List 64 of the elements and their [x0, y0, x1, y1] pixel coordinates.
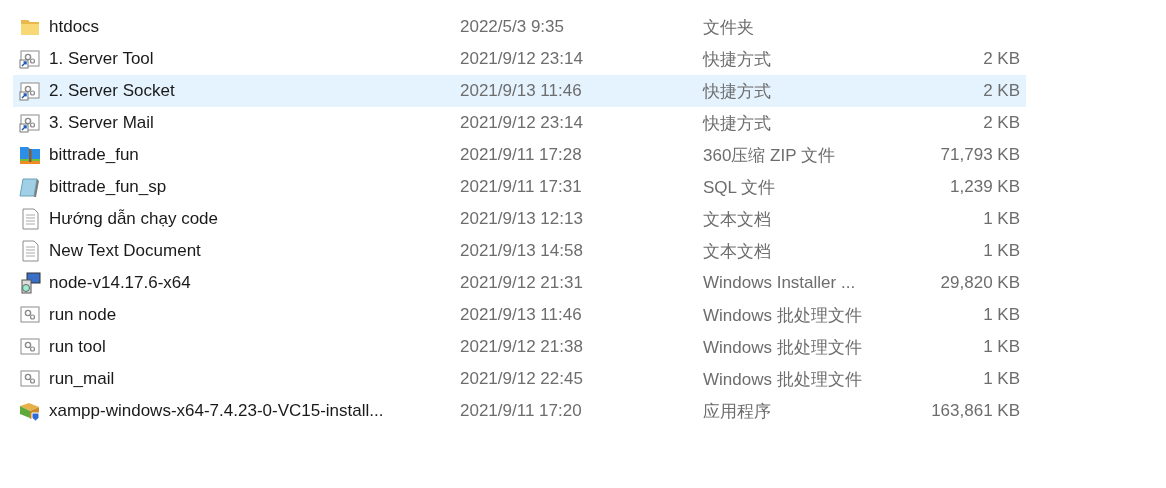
file-name: New Text Document [49, 241, 201, 260]
file-row[interactable]: run tool 2021/9/12 21:38 Windows 批处理文件 1 KB [13, 331, 1026, 363]
file-name: run node [49, 305, 117, 324]
file-name: bittrade_fun [49, 145, 139, 164]
file-size: 2 KB [983, 81, 1020, 100]
file-size: 1 KB [983, 369, 1020, 388]
file-row[interactable]: bittrade_fun 2021/9/11 17:28 360压缩 ZIP 文件 71,793 KB [13, 139, 1026, 171]
file-row[interactable]: New Text Document 2021/9/13 14:58 文本文档 1 KB [13, 235, 1026, 267]
file-name: run tool [49, 337, 106, 356]
file-name: 2. Server Socket [49, 81, 175, 100]
file-row[interactable]: run node 2021/9/13 11:46 Windows 批处理文件 1 KB [13, 299, 1026, 331]
file-name: bittrade_fun_sp [49, 177, 167, 196]
file-type: SQL 文件 [703, 177, 776, 197]
date-modified: 2021/9/12 21:38 [460, 337, 583, 356]
file-type: Windows 批处理文件 [703, 337, 862, 357]
file-name: 1. Server Tool [49, 49, 154, 68]
file-type: Windows 批处理文件 [703, 369, 862, 389]
date-modified: 2021/9/12 21:31 [460, 273, 583, 292]
file-size: 1,239 KB [950, 177, 1020, 196]
date-modified: 2021/9/13 11:46 [460, 305, 582, 324]
date-modified: 2021/9/11 17:28 [460, 145, 582, 164]
date-modified: 2022/5/3 9:35 [460, 17, 564, 36]
file-name: node-v14.17.6-x64 [49, 273, 191, 292]
date-modified: 2021/9/13 14:58 [460, 241, 583, 260]
file-type: Windows Installer ... [703, 273, 856, 292]
file-type: 文本文档 [703, 241, 771, 261]
file-type: 文本文档 [703, 209, 771, 229]
file-size: 163,861 KB [931, 401, 1020, 420]
file-type: 快捷方式 [703, 49, 771, 69]
file-row[interactable]: run_mail 2021/9/12 22:45 Windows 批处理文件 1 KB [13, 363, 1026, 395]
file-size: 71,793 KB [940, 145, 1020, 164]
file-size: 1 KB [983, 241, 1020, 260]
date-modified: 2021/9/12 22:45 [460, 369, 583, 388]
file-size: 1 KB [983, 305, 1020, 324]
date-modified: 2021/9/13 11:46 [460, 81, 582, 100]
file-name: 3. Server Mail [49, 113, 154, 132]
file-type: 快捷方式 [703, 81, 771, 101]
file-name: run_mail [49, 369, 115, 388]
date-modified: 2021/9/12 23:14 [460, 113, 583, 132]
file-name: Hướng dẫn chạy code [49, 209, 219, 228]
file-row[interactable]: 3. Server Mail 2021/9/12 23:14 快捷方式 2 KB [13, 107, 1026, 139]
file-size: 2 KB [983, 113, 1020, 132]
file-row[interactable]: 2. Server Socket 2021/9/13 11:46 快捷方式 2 KB [13, 75, 1026, 107]
file-row[interactable]: 1. Server Tool 2021/9/12 23:14 快捷方式 2 KB [13, 43, 1026, 75]
file-size: 1 KB [983, 209, 1020, 228]
file-name: xampp-windows-x64-7.4.23-0-VC15-install... [49, 401, 384, 420]
date-modified: 2021/9/11 17:31 [460, 177, 582, 196]
file-type: 应用程序 [703, 401, 771, 421]
file-size: 29,820 KB [940, 273, 1020, 292]
file-row[interactable]: bittrade_fun_sp 2021/9/11 17:31 SQL 文件 1,239 KB [13, 171, 1026, 203]
file-row[interactable]: xampp-windows-x64-7.4.23-0-VC15-install... 2021/9/11 17:20 应用程序 163,861 KB [13, 395, 1026, 427]
file-row[interactable]: htdocs 2022/5/3 9:35 文件夹 [13, 11, 1026, 43]
date-modified: 2021/9/12 23:14 [460, 49, 583, 68]
file-type: 文件夹 [703, 17, 754, 37]
file-row[interactable]: Hướng dẫn chạy code 2021/9/13 12:13 文本文档 1 KB [13, 203, 1026, 235]
file-size: 2 KB [983, 49, 1020, 68]
file-size: 1 KB [983, 337, 1020, 356]
file-type: Windows 批处理文件 [703, 305, 862, 325]
file-type: 快捷方式 [703, 113, 771, 133]
date-modified: 2021/9/13 12:13 [460, 209, 583, 228]
file-row[interactable]: node-v14.17.6-x64 2021/9/12 21:31 Windows Installer ... 29,820 KB [13, 267, 1026, 299]
date-modified: 2021/9/11 17:20 [460, 401, 582, 420]
file-name: htdocs [49, 17, 100, 36]
file-type: 360压缩 ZIP 文件 [703, 145, 835, 165]
